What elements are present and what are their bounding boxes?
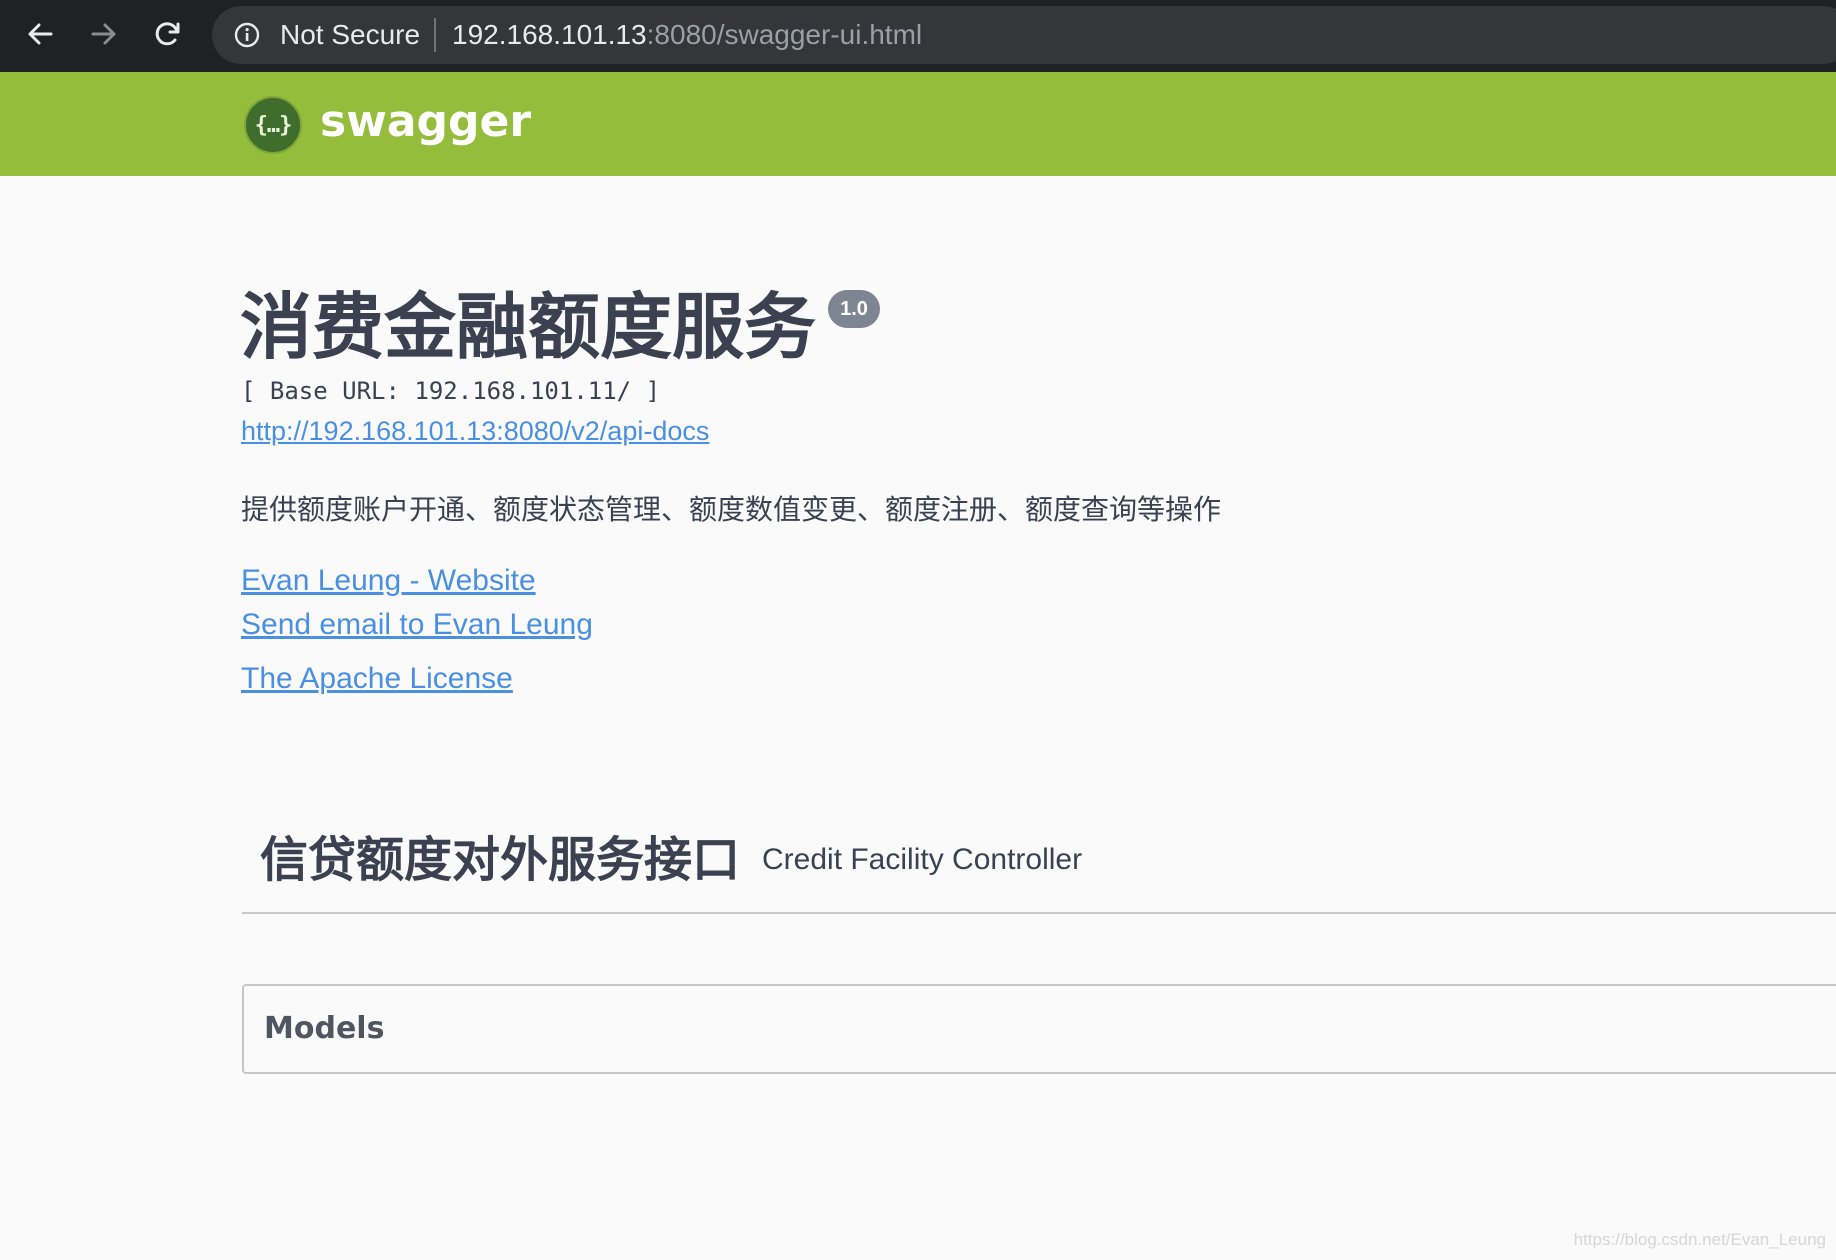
api-docs-link[interactable]: http://192.168.101.13:8080/v2/api-docs [241, 414, 709, 448]
license-link[interactable]: The Apache License [241, 660, 513, 698]
tag-description: Credit Facility Controller [762, 843, 1083, 876]
url-host: 192.168.101.13 [452, 19, 647, 50]
tag-name[interactable]: 信贷额度对外服务接口 [260, 828, 740, 892]
security-label[interactable]: Not Secure [280, 20, 420, 50]
contact-email-link[interactable]: Send email to Evan Leung [241, 606, 593, 644]
contact-website-link[interactable]: Evan Leung - Website [241, 562, 536, 600]
forward-arrow-icon [91, 23, 116, 45]
reload-icon [155, 22, 180, 46]
address-bar[interactable]: Not Secure 192.168.101.13:8080/swagger-u… [212, 6, 1836, 64]
swagger-logo-text[interactable]: swagger [320, 94, 531, 150]
watermark: https://blog.csdn.net/Evan_Leung [1573, 1230, 1826, 1249]
url-path: :8080/swagger-ui.html [646, 19, 923, 50]
reload-button[interactable] [146, 12, 190, 56]
base-url: [ Base URL: 192.168.101.11/ ] [241, 377, 661, 405]
back-arrow-icon [28, 23, 53, 45]
api-title: 消费金融额度服务 [240, 285, 817, 369]
url-text[interactable]: 192.168.101.13:8080/swagger-ui.html [452, 20, 922, 50]
swagger-logo-icon[interactable]: {…} [244, 96, 302, 154]
version-badge: 1.0 [828, 290, 880, 328]
back-button[interactable] [18, 12, 62, 56]
models-section[interactable]: Models [242, 984, 1836, 1074]
url-separator [434, 18, 436, 52]
tag-section-header[interactable]: 信贷额度对外服务接口 Credit Facility Controller [242, 820, 1836, 914]
browser-chrome: Not Secure 192.168.101.13:8080/swagger-u… [0, 0, 1836, 72]
forward-button[interactable] [82, 12, 126, 56]
models-title[interactable]: Models [264, 1010, 384, 1048]
info-circle-icon[interactable] [234, 22, 260, 48]
api-description: 提供额度账户开通、额度状态管理、额度数值变更、额度注册、额度查询等操作 [241, 493, 1222, 526]
swagger-topbar: {…} swagger [0, 72, 1836, 176]
